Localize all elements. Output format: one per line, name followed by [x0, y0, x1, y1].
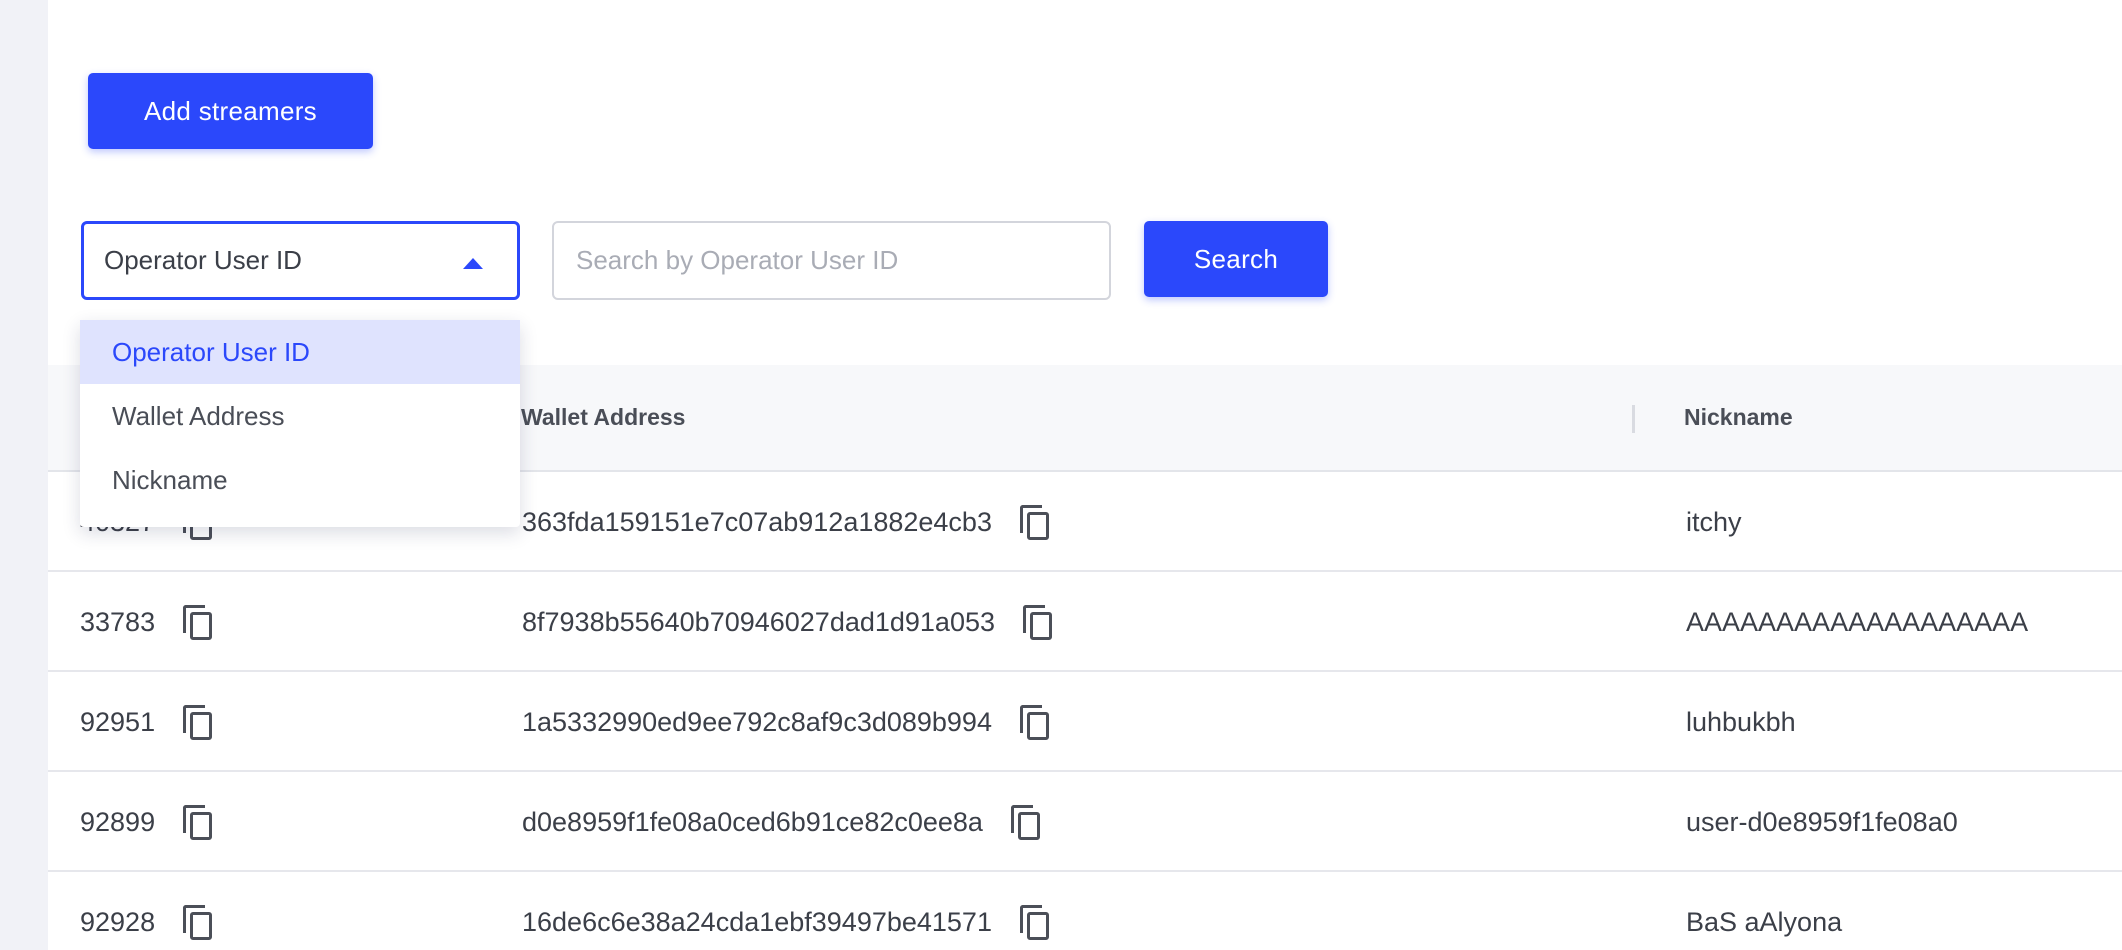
nickname-cell: luhbukbh: [1686, 706, 1796, 737]
left-rail: [0, 0, 48, 950]
copy-icon[interactable]: [181, 703, 215, 741]
operator-user-id-cell: 92951: [80, 672, 215, 772]
nickname-cell: AAAAAAAAAAAAAAAAAAA: [1686, 606, 2029, 637]
column-header-wallet-address[interactable]: Wallet Address: [521, 365, 685, 470]
copy-icon[interactable]: [181, 803, 215, 841]
copy-icon[interactable]: [1018, 503, 1052, 541]
search-field-dropdown-menu: Operator User ID Wallet Address Nickname: [80, 320, 520, 527]
wallet-address-cell: 8f7938b55640b70946027dad1d91a053: [522, 572, 1055, 672]
table-row: 92899 d0e8959f1fe08a0ced6b91ce82c0ee8a u…: [48, 772, 2122, 872]
caret-up-icon: [463, 258, 483, 269]
wallet-address-cell: d0e8959f1fe08a0ced6b91ce82c0ee8a: [522, 772, 1043, 872]
operator-user-id: 33783: [80, 606, 156, 637]
table-row: 33783 8f7938b55640b70946027dad1d91a053 A…: [48, 572, 2122, 672]
search-button[interactable]: Search: [1144, 221, 1328, 297]
copy-icon[interactable]: [1018, 903, 1052, 941]
nickname-cell: BaS aAlyona: [1686, 906, 1843, 937]
add-streamers-button[interactable]: Add streamers: [88, 73, 373, 149]
operator-user-id-cell: 92928: [80, 872, 215, 950]
dropdown-option-nickname[interactable]: Nickname: [80, 448, 520, 512]
main-content: Add streamers Operator User ID Search Op…: [48, 0, 2122, 950]
table-row: 92951 1a5332990ed9ee792c8af9c3d089b994 l…: [48, 672, 2122, 772]
table-row: 92928 16de6c6e38a24cda1ebf39497be41571 B…: [48, 872, 2122, 950]
wallet-address: d0e8959f1fe08a0ced6b91ce82c0ee8a: [522, 806, 983, 837]
wallet-address: 363fda159151e7c07ab912a1882e4cb3: [522, 506, 992, 537]
column-header-nickname[interactable]: Nickname: [1684, 365, 1793, 470]
search-field-select-value: Operator User ID: [104, 245, 302, 275]
operator-user-id: 92899: [80, 806, 156, 837]
column-separator[interactable]: [1632, 405, 1635, 433]
wallet-address-cell: 1a5332990ed9ee792c8af9c3d089b994: [522, 672, 1052, 772]
operator-user-id: 92928: [80, 906, 156, 937]
copy-icon[interactable]: [181, 603, 215, 641]
operator-user-id: 92951: [80, 706, 156, 737]
dropdown-option-operator-user-id[interactable]: Operator User ID: [80, 320, 520, 384]
operator-user-id-cell: 33783: [80, 572, 215, 672]
operator-user-id-cell: 92899: [80, 772, 215, 872]
copy-icon[interactable]: [181, 903, 215, 941]
wallet-address-cell: 16de6c6e38a24cda1ebf39497be41571: [522, 872, 1052, 950]
copy-icon[interactable]: [1021, 603, 1055, 641]
wallet-address-cell: 363fda159151e7c07ab912a1882e4cb3: [522, 472, 1052, 572]
wallet-address: 16de6c6e38a24cda1ebf39497be41571: [522, 906, 992, 937]
search-input[interactable]: [552, 221, 1111, 300]
copy-icon[interactable]: [1018, 703, 1052, 741]
nickname-cell: user-d0e8959f1fe08a0: [1686, 806, 1958, 837]
dropdown-option-wallet-address[interactable]: Wallet Address: [80, 384, 520, 448]
wallet-address: 8f7938b55640b70946027dad1d91a053: [522, 606, 996, 637]
wallet-address: 1a5332990ed9ee792c8af9c3d089b994: [522, 706, 992, 737]
search-field-select[interactable]: Operator User ID: [81, 221, 520, 300]
nickname-cell: itchy: [1686, 506, 1742, 537]
copy-icon[interactable]: [1009, 803, 1043, 841]
